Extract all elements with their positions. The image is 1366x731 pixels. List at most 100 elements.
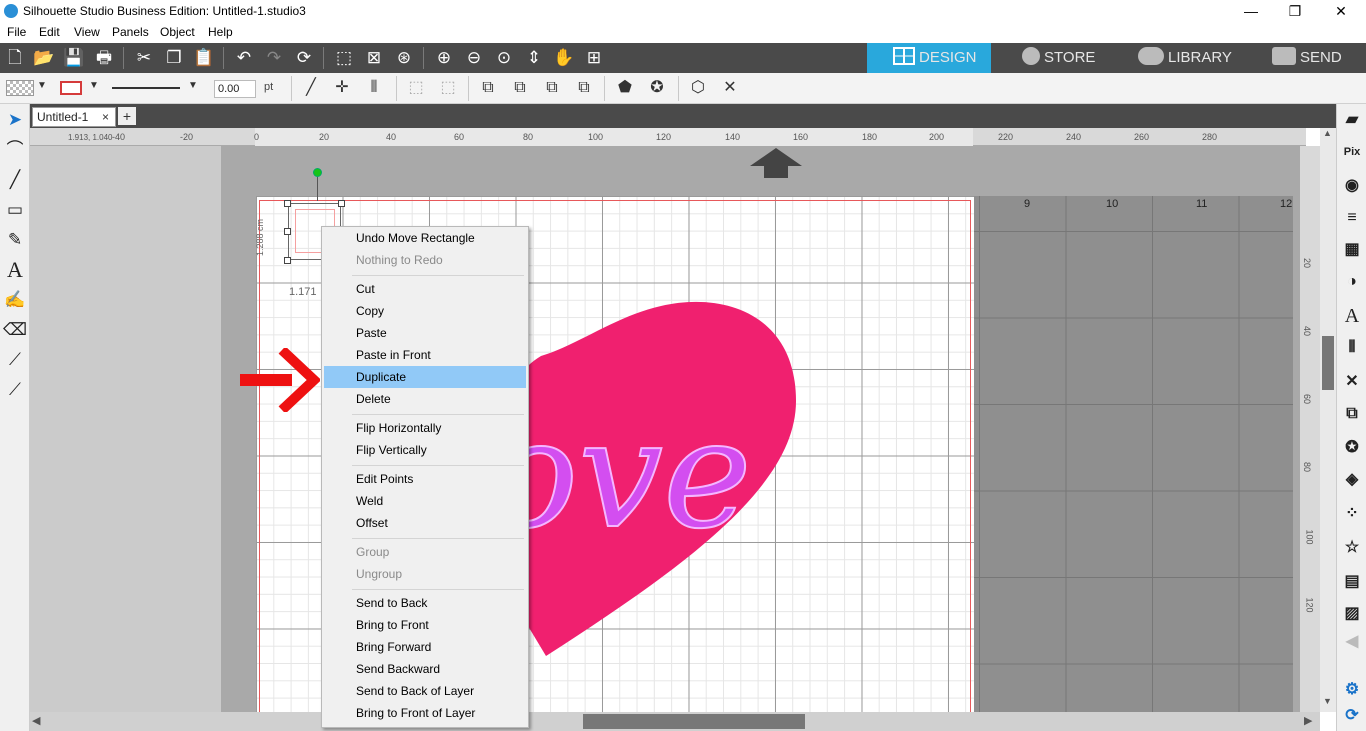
select-by-color-icon[interactable]: ⊛ bbox=[391, 46, 417, 70]
menu-item-cut[interactable]: Cut bbox=[324, 278, 526, 300]
bring-forward-icon[interactable]: ⧉ bbox=[508, 77, 532, 99]
resize-handle[interactable] bbox=[338, 200, 345, 207]
rectangle-icon[interactable]: ▭ bbox=[3, 198, 27, 222]
menu-item-flip-horizontally[interactable]: Flip Horizontally bbox=[324, 417, 526, 439]
menu-edit[interactable]: Edit bbox=[39, 25, 60, 39]
align-panel-icon[interactable]: ⫴ bbox=[1340, 336, 1364, 360]
open-folder-icon[interactable]: 📂 bbox=[31, 46, 57, 70]
menu-item-bring-forward[interactable]: Bring Forward bbox=[324, 636, 526, 658]
tab-untitled-1[interactable]: Untitled-1 × bbox=[32, 107, 116, 127]
save-icon[interactable]: 💾 bbox=[61, 46, 87, 70]
fill-palette-icon[interactable]: ◉ bbox=[1340, 174, 1364, 198]
deselect-icon[interactable]: ⊠ bbox=[361, 46, 387, 70]
tab-store[interactable]: STORE bbox=[1000, 43, 1124, 73]
knife-icon[interactable]: ⟋ bbox=[3, 348, 27, 372]
menu-item-delete[interactable]: Delete bbox=[324, 388, 526, 410]
fill-swatch[interactable] bbox=[6, 80, 34, 96]
transform-icon[interactable]: ✕ bbox=[1340, 370, 1364, 394]
line-style-icon[interactable]: ≡ bbox=[1340, 206, 1364, 230]
line-icon[interactable]: ╱ bbox=[3, 168, 27, 192]
ungroup-icon[interactable]: ⬚ bbox=[436, 77, 460, 99]
library-panel-icon[interactable]: ▤ bbox=[1340, 570, 1364, 594]
text-style-icon[interactable]: A bbox=[1340, 304, 1364, 328]
pan-hand-icon[interactable]: ✋ bbox=[551, 46, 577, 70]
trace-icon[interactable]: ⁘ bbox=[1340, 502, 1364, 526]
rotate-handle[interactable] bbox=[313, 168, 322, 177]
copy-icon[interactable]: ❐ bbox=[161, 46, 187, 70]
tab-library[interactable]: LIBRARY bbox=[1134, 43, 1258, 73]
weld-icon[interactable]: ⬟ bbox=[613, 77, 637, 99]
cut-icon[interactable]: ✂ bbox=[131, 46, 157, 70]
pencil-icon[interactable]: ✎ bbox=[3, 228, 27, 252]
tab-send[interactable]: SEND bbox=[1268, 43, 1366, 73]
line-tool-icon[interactable]: ╱ bbox=[299, 77, 323, 99]
zoom-fit-icon[interactable]: ⇕ bbox=[521, 46, 547, 70]
fill-pattern-icon[interactable]: ▦ bbox=[1340, 238, 1364, 262]
menu-item-weld[interactable]: Weld bbox=[324, 490, 526, 512]
design-canvas[interactable]: 9 10 11 12 ove 1.288 cm 1.171 bbox=[30, 146, 1300, 712]
undo-icon[interactable]: ↶ bbox=[231, 46, 257, 70]
sketch-icon[interactable]: ✍ bbox=[3, 288, 27, 312]
tab-design[interactable]: DESIGN bbox=[867, 43, 991, 73]
send-to-back-icon[interactable]: ⧉ bbox=[476, 77, 500, 99]
send-backward-icon[interactable]: ⧉ bbox=[540, 77, 564, 99]
zoom-selection-icon[interactable]: ⊙ bbox=[491, 46, 517, 70]
collapse-arrow-icon[interactable]: ◀ bbox=[1340, 630, 1364, 654]
resize-handle[interactable] bbox=[284, 257, 291, 264]
delete-x-icon[interactable]: ✕ bbox=[718, 77, 742, 99]
menu-panels[interactable]: Panels bbox=[112, 25, 149, 39]
scroll-up-icon[interactable]: ▲ bbox=[1323, 128, 1332, 138]
select-all-icon[interactable]: ⬚ bbox=[331, 46, 357, 70]
resize-handle[interactable] bbox=[284, 228, 291, 235]
redo-icon[interactable]: ↷ bbox=[261, 46, 287, 70]
add-tab-button[interactable]: + bbox=[118, 107, 136, 125]
eraser-icon[interactable]: ⌫ bbox=[3, 318, 27, 342]
menu-item-undo-move-rectangle[interactable]: Undo Move Rectangle bbox=[324, 227, 526, 249]
menu-item-duplicate[interactable]: Duplicate bbox=[324, 366, 526, 388]
transparency-icon[interactable]: ◑ bbox=[1340, 270, 1364, 294]
line-style-preview[interactable] bbox=[112, 87, 180, 89]
resize-handle[interactable] bbox=[284, 200, 291, 207]
pixscan-icon[interactable]: Pix bbox=[1340, 140, 1364, 164]
eyedropper-icon[interactable]: ⟋ bbox=[3, 378, 27, 402]
scroll-right-icon[interactable]: ▶ bbox=[1304, 714, 1312, 727]
star-icon[interactable]: ☆ bbox=[1340, 536, 1364, 560]
maximize-button[interactable]: ❐ bbox=[1272, 0, 1318, 22]
zoom-out-icon[interactable]: ⊖ bbox=[461, 46, 487, 70]
zoom-in-icon[interactable]: ⊕ bbox=[431, 46, 457, 70]
menu-item-offset[interactable]: Offset bbox=[324, 512, 526, 534]
close-tab-icon[interactable]: × bbox=[102, 108, 109, 126]
line-color-dropdown-icon[interactable]: ▼ bbox=[89, 80, 99, 91]
horizontal-scroll-thumb[interactable] bbox=[583, 714, 805, 729]
paste-icon[interactable]: 📋 bbox=[191, 46, 217, 70]
scroll-left-icon[interactable]: ◀ bbox=[32, 714, 40, 727]
menu-file[interactable]: File bbox=[7, 25, 26, 39]
line-color-swatch[interactable] bbox=[60, 81, 82, 95]
menu-item-copy[interactable]: Copy bbox=[324, 300, 526, 322]
settings-gear-icon[interactable]: ⚙ bbox=[1340, 678, 1364, 702]
menu-item-bring-to-front-of-layer[interactable]: Bring to Front of Layer bbox=[324, 702, 526, 724]
replicate-icon[interactable]: ⬡ bbox=[686, 77, 710, 99]
menu-item-send-to-back-of-layer[interactable]: Send to Back of Layer bbox=[324, 680, 526, 702]
fit-page-icon[interactable]: ⊞ bbox=[581, 46, 607, 70]
point-edit-icon[interactable]: ⌒ bbox=[3, 138, 27, 162]
fill-dropdown-icon[interactable]: ▼ bbox=[37, 80, 47, 91]
bring-to-front-icon[interactable]: ⧉ bbox=[572, 77, 596, 99]
new-file-icon[interactable]: 🗋 bbox=[2, 46, 28, 70]
print-icon[interactable]: 🖶 bbox=[91, 46, 117, 70]
line-width-field[interactable]: 0.00 bbox=[214, 80, 256, 98]
vertical-scroll-thumb[interactable] bbox=[1322, 336, 1334, 390]
vertical-scrollbar[interactable]: ▲ ▼ bbox=[1320, 128, 1336, 712]
menu-item-flip-vertically[interactable]: Flip Vertically bbox=[324, 439, 526, 461]
menu-help[interactable]: Help bbox=[208, 25, 233, 39]
move-icon[interactable]: ✛ bbox=[330, 77, 354, 99]
menu-item-paste-in-front[interactable]: Paste in Front bbox=[324, 344, 526, 366]
page-setup-icon[interactable]: ▰ bbox=[1340, 108, 1364, 132]
menu-item-send-to-back[interactable]: Send to Back bbox=[324, 592, 526, 614]
menu-object[interactable]: Object bbox=[160, 25, 195, 39]
line-style-dropdown-icon[interactable]: ▼ bbox=[188, 80, 198, 91]
modify-icon[interactable]: ◈ bbox=[1340, 468, 1364, 492]
menu-view[interactable]: View bbox=[74, 25, 100, 39]
text-tool-icon[interactable]: A bbox=[3, 258, 27, 282]
menu-item-bring-to-front[interactable]: Bring to Front bbox=[324, 614, 526, 636]
